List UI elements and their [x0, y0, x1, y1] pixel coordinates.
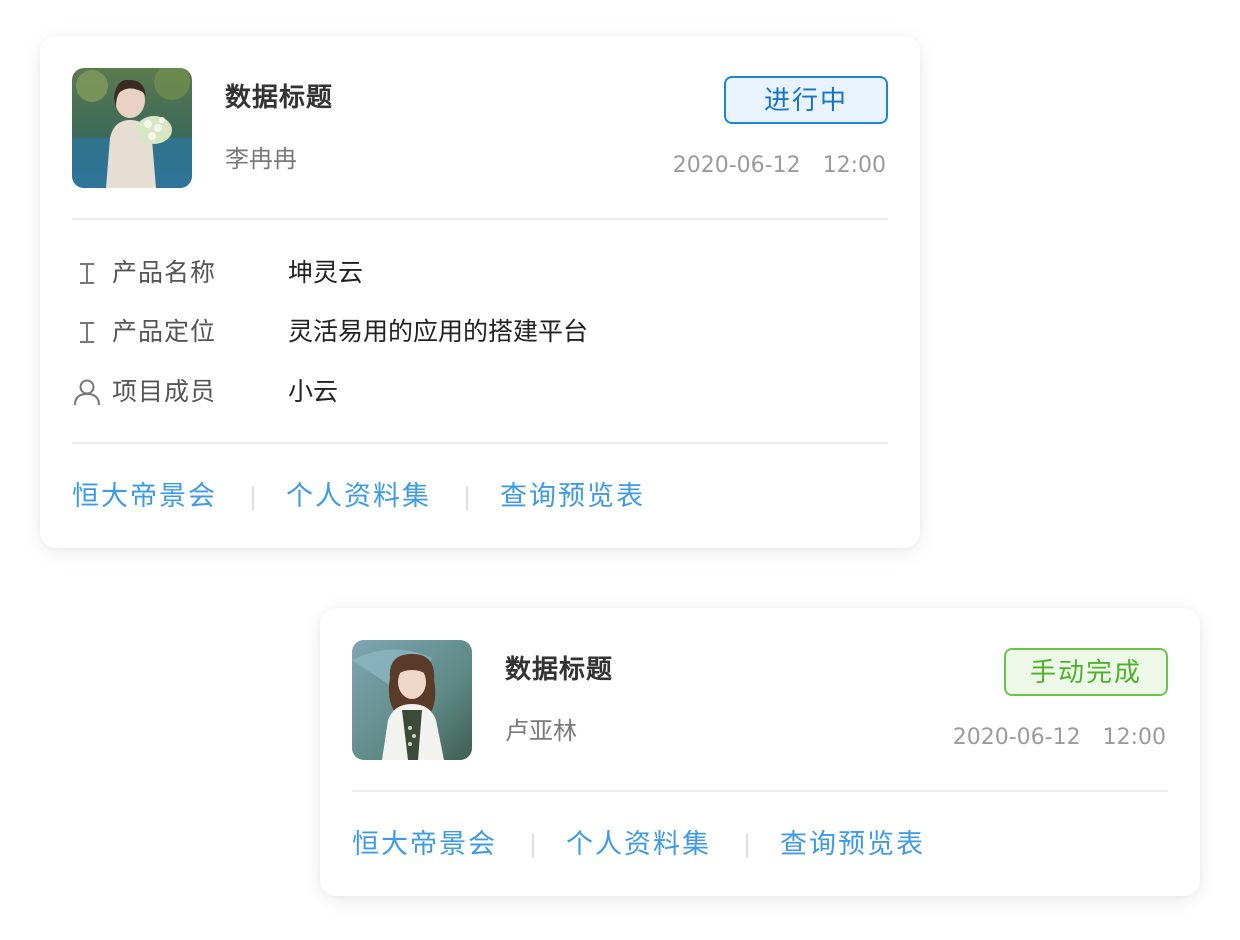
link-hengda-dijinghui[interactable]: 恒大帝景会 [352, 825, 497, 865]
field-value: 坤灵云 [288, 258, 364, 287]
link-query-preview[interactable]: 查询预览表 [500, 477, 645, 517]
field-row-project-members: 项目成员 小云 [72, 372, 888, 412]
avatar [72, 68, 192, 188]
text-type-icon [80, 263, 94, 284]
field-label: 产品名称 [112, 258, 217, 287]
action-separator [746, 834, 748, 858]
field-row-product-positioning: 产品定位 灵活易用的应用的搭建平台 [72, 312, 888, 352]
divider [72, 442, 888, 444]
date: 2020-06-12 [672, 153, 801, 178]
author-name: 李冉冉 [225, 145, 297, 173]
field-label: 项目成员 [112, 377, 217, 406]
user-icon [74, 379, 100, 406]
action-bar: 恒大帝景会 个人资料集 查询预览表 [352, 825, 1168, 865]
timestamp: 2020-06-12 12:00 [953, 722, 1166, 754]
avatar [352, 640, 472, 760]
field-value: 灵活易用的应用的搭建平台 [288, 317, 589, 346]
field-label: 产品定位 [112, 317, 217, 346]
author-name: 卢亚林 [505, 717, 577, 745]
action-bar: 恒大帝景会 个人资料集 查询预览表 [72, 477, 888, 517]
field-row-product-name: 产品名称 坤灵云 [72, 253, 888, 293]
avatar-photo [352, 640, 472, 760]
divider [72, 218, 888, 220]
link-personal-profile[interactable]: 个人资料集 [566, 825, 711, 865]
time: 12:00 [822, 153, 886, 178]
date: 2020-06-12 [952, 725, 1081, 750]
divider [352, 790, 1168, 792]
status-badge: 进行中 [724, 76, 888, 124]
record-card[interactable]: 数据标题 卢亚林 手动完成 2020-06-12 12:00 恒大帝景会 个人资料… [320, 608, 1200, 896]
action-separator [532, 834, 534, 858]
link-query-preview[interactable]: 查询预览表 [780, 825, 925, 865]
link-hengda-dijinghui[interactable]: 恒大帝景会 [72, 477, 217, 517]
time: 12:00 [1102, 725, 1166, 750]
avatar-photo [72, 68, 192, 188]
record-card[interactable]: 数据标题 李冉冉 进行中 2020-06-12 12:00 产品名称 坤灵云 产品… [40, 36, 920, 548]
timestamp: 2020-06-12 12:00 [673, 150, 886, 182]
action-separator [466, 486, 468, 510]
status-badge: 手动完成 [1004, 648, 1168, 696]
link-personal-profile[interactable]: 个人资料集 [286, 477, 431, 517]
card-title: 数据标题 [505, 655, 614, 685]
field-value: 小云 [288, 377, 339, 406]
text-type-icon [80, 322, 94, 343]
card-title: 数据标题 [225, 83, 334, 113]
action-separator [252, 486, 254, 510]
